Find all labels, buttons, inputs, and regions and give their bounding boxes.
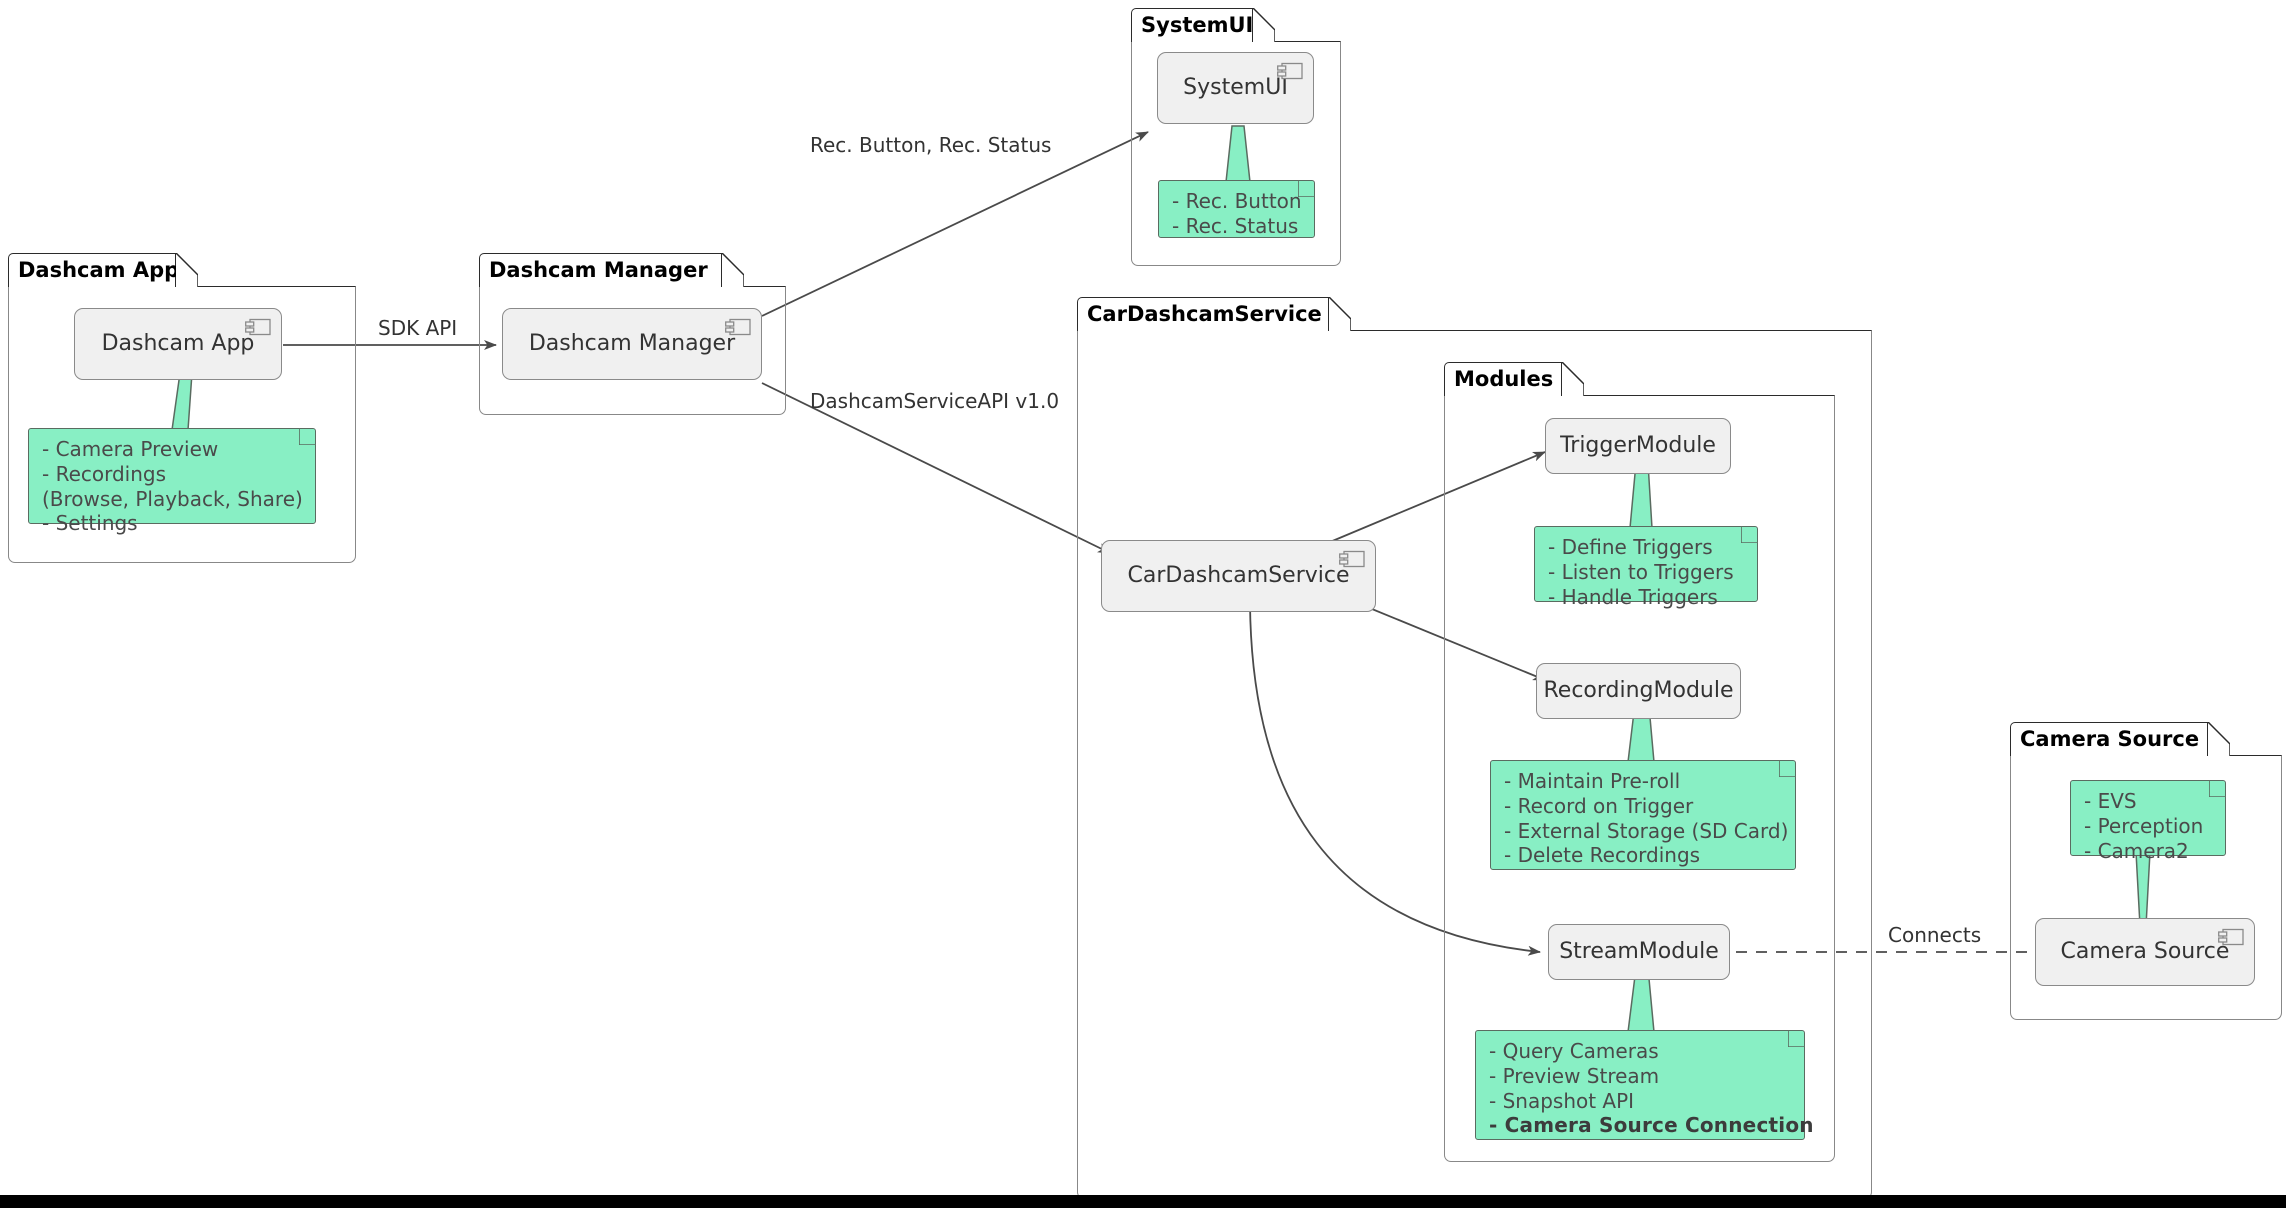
- note-line: - Settings: [42, 511, 138, 536]
- package-title-system-ui: SystemUI: [1141, 13, 1254, 37]
- note-line: - Camera2: [2084, 838, 2189, 863]
- note-fold-icon: [1741, 526, 1758, 543]
- note-line: - Snapshot API: [1489, 1088, 1635, 1113]
- component-label-system-ui: SystemUI: [1183, 75, 1288, 100]
- edge-label-connects: Connects: [1888, 923, 1982, 947]
- note-line: - Record on Trigger: [1504, 793, 1694, 818]
- package-tab-modules: Modules: [1444, 362, 1562, 396]
- note-line: - Recordings: [42, 461, 167, 486]
- package-tab-corner-modules: [1562, 362, 1584, 396]
- component-recording-module[interactable]: RecordingModule: [1536, 663, 1741, 719]
- component-label-dashcam-app: Dashcam App: [101, 331, 255, 356]
- note-fold-icon: [1788, 1030, 1805, 1047]
- component-system-ui[interactable]: SystemUI: [1157, 52, 1314, 124]
- package-tab-corner-car-dashcam-service: [1329, 297, 1351, 331]
- note-trigger-module: - Define Triggers - Listen to Triggers -…: [1534, 526, 1758, 609]
- note-line: - Define Triggers: [1548, 535, 1713, 559]
- note-fold-icon: [2209, 780, 2226, 797]
- component-trigger-module[interactable]: TriggerModule: [1545, 418, 1731, 474]
- component-car-dashcam-service[interactable]: CarDashcamService: [1101, 540, 1376, 612]
- note-line: - Rec. Status: [1172, 213, 1299, 238]
- package-tab-dashcam-manager: Dashcam Manager: [479, 253, 722, 287]
- package-title-modules: Modules: [1454, 367, 1554, 391]
- component-icon: [1277, 62, 1303, 80]
- note-stream-module: - Query Cameras - Preview Stream - Snaps…: [1475, 1030, 1814, 1140]
- component-label-camera-source: Camera Source: [2060, 939, 2230, 964]
- package-title-car-dashcam-service: CarDashcamService: [1087, 302, 1322, 326]
- component-label-car-dashcam-service: CarDashcamService: [1127, 563, 1350, 588]
- edge-label-dashcam-service-api: DashcamServiceAPI v1.0: [810, 389, 1060, 413]
- note-line: - Listen to Triggers: [1548, 559, 1734, 584]
- package-tab-corner-system-ui: [1253, 8, 1275, 42]
- package-tab-system-ui: SystemUI: [1131, 8, 1253, 42]
- component-label-stream-module: StreamModule: [1559, 939, 1719, 964]
- note-line: - External Storage (SD Card): [1504, 818, 1789, 843]
- note-line: - Maintain Pre-roll: [1504, 769, 1681, 793]
- package-title-dashcam-manager: Dashcam Manager: [489, 258, 708, 282]
- note-line: - Rec. Button: [1172, 189, 1302, 213]
- note-camera-source: - EVS - Perception - Camera2: [2070, 780, 2226, 863]
- package-tab-car-dashcam-service: CarDashcamService: [1077, 297, 1329, 331]
- component-icon: [245, 318, 271, 336]
- component-stream-module[interactable]: StreamModule: [1548, 924, 1730, 980]
- edge-label-rec-button-status: Rec. Button, Rec. Status: [810, 133, 1052, 157]
- note-recording-module: - Maintain Pre-roll - Record on Trigger …: [1490, 760, 1796, 870]
- note-fold-icon: [299, 428, 316, 445]
- package-tab-corner-dashcam-manager: [722, 253, 744, 287]
- note-line: (Browse, Playback, Share): [42, 486, 303, 511]
- component-icon: [2218, 928, 2244, 946]
- component-label-dashcam-manager: Dashcam Manager: [528, 331, 736, 356]
- note-line: - Handle Triggers: [1548, 584, 1718, 609]
- note-line: - EVS: [2084, 789, 2137, 813]
- package-title-camera-source: Camera Source: [2020, 727, 2200, 751]
- component-camera-source[interactable]: Camera Source: [2035, 918, 2255, 986]
- component-dashcam-manager[interactable]: Dashcam Manager: [502, 308, 762, 380]
- diagram-canvas: Dashcam App Dashcam App - Camera Preview…: [0, 0, 2286, 1208]
- note-fold-icon: [1298, 180, 1315, 197]
- component-dashcam-app[interactable]: Dashcam App: [74, 308, 282, 380]
- bottom-bar: [0, 1195, 2286, 1208]
- note-system-ui: - Rec. Button - Rec. Status: [1158, 180, 1315, 238]
- note-line: - Preview Stream: [1489, 1063, 1660, 1088]
- edge-rec-button-status: [761, 131, 1149, 317]
- package-tab-camera-source: Camera Source: [2010, 722, 2208, 756]
- note-dashcam-app: - Camera Preview - Recordings (Browse, P…: [28, 428, 316, 535]
- note-line-highlighted: - Camera Source Connection: [1489, 1113, 1814, 1138]
- note-line: - Query Cameras: [1489, 1039, 1659, 1063]
- note-line: - Camera Preview: [42, 437, 219, 461]
- component-icon: [1339, 550, 1365, 568]
- component-label-recording-module: RecordingModule: [1543, 678, 1734, 703]
- package-tab-dashcam-app: Dashcam App: [8, 253, 180, 287]
- component-label-trigger-module: TriggerModule: [1560, 433, 1716, 458]
- package-tab-corner-dashcam-app: [176, 253, 198, 287]
- note-fold-icon: [1779, 760, 1796, 777]
- note-line: - Delete Recordings: [1504, 843, 1701, 868]
- package-title-dashcam-app: Dashcam App: [18, 258, 180, 282]
- edge-label-sdk-api: SDK API: [378, 316, 458, 340]
- note-line: - Perception: [2084, 813, 2204, 838]
- package-tab-corner-camera-source: [2208, 722, 2230, 756]
- component-icon: [725, 318, 751, 336]
